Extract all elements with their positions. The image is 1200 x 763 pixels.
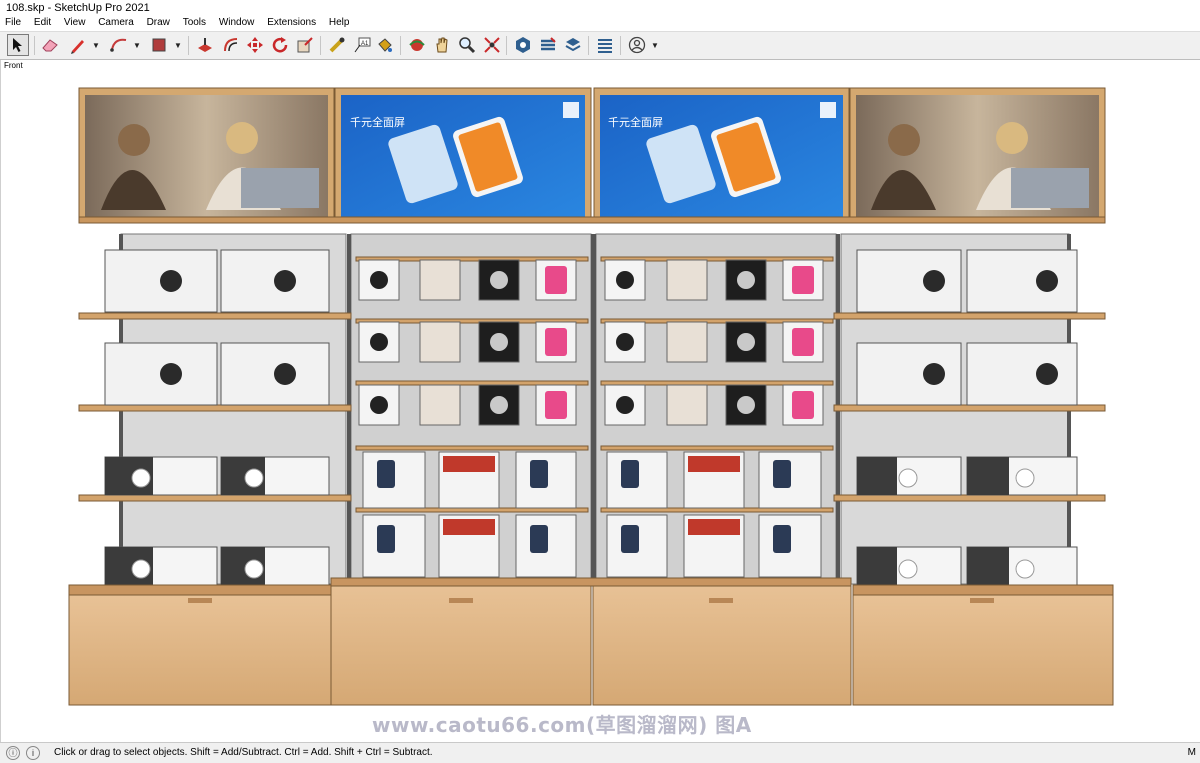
window-title-bar: 108.skp - SketchUp Pro 2021	[0, 0, 1200, 17]
pencil-icon	[71, 40, 84, 54]
extension-warehouse-tool-button[interactable]	[537, 34, 559, 56]
svg-text:A1: A1	[361, 41, 369, 47]
push-pull-tool-button[interactable]	[194, 34, 216, 56]
menu-view[interactable]: View	[59, 17, 91, 29]
line-tool-dropdown[interactable]: ▼	[92, 41, 100, 50]
shape-tool-button[interactable]	[148, 34, 170, 56]
toolbar-separator	[188, 36, 189, 55]
menu-file[interactable]: File	[0, 17, 26, 29]
scale-icon	[297, 37, 313, 53]
magnifier-icon	[459, 37, 476, 54]
account-tool-button[interactable]	[626, 34, 648, 56]
zoom-extents-tool-button[interactable]	[481, 34, 503, 56]
orbit-icon	[409, 39, 425, 51]
select-tool-button[interactable]	[7, 34, 29, 56]
shape-tool-dropdown[interactable]: ▼	[174, 41, 182, 50]
menu-edit[interactable]: Edit	[29, 17, 56, 29]
zoom-extents-icon	[484, 37, 500, 53]
measurements-label: M	[1187, 747, 1196, 758]
scene-label: Front	[4, 61, 23, 70]
toolbar-separator	[620, 36, 621, 55]
pan-tool-button[interactable]	[431, 34, 453, 56]
toolbar-separator	[400, 36, 401, 55]
toolbar-separator	[588, 36, 589, 55]
menu-help[interactable]: Help	[324, 17, 355, 29]
extension-manager-icon	[598, 39, 612, 53]
push-pull-icon	[198, 38, 212, 52]
geolocation-icon[interactable]: ⓘ	[6, 746, 20, 760]
tape-icon	[329, 37, 345, 53]
eraser-tool-button[interactable]	[39, 34, 61, 56]
menu-window[interactable]: Window	[214, 17, 260, 29]
menu-bar: File Edit View Camera Draw Tools Window …	[0, 17, 1200, 30]
move-tool-button[interactable]	[244, 34, 266, 56]
rectangle-icon	[152, 38, 166, 52]
hand-icon	[436, 37, 448, 53]
tape-measure-tool-button[interactable]	[326, 34, 348, 56]
menu-tools[interactable]: Tools	[178, 17, 211, 29]
arc-tool-dropdown[interactable]: ▼	[133, 41, 141, 50]
display-cabinet-model	[68, 87, 1114, 706]
zoom-tool-button[interactable]	[456, 34, 478, 56]
arrow-cursor-icon	[13, 38, 22, 52]
paint-bucket-icon	[378, 38, 392, 52]
extension-icon	[541, 37, 556, 51]
offset-tool-button[interactable]	[220, 34, 242, 56]
warehouse-icon	[516, 37, 530, 53]
menu-extensions[interactable]: Extensions	[262, 17, 321, 29]
layout-icon	[565, 38, 581, 52]
arc-tool-button[interactable]	[108, 34, 130, 56]
scale-tool-button[interactable]	[294, 34, 316, 56]
rotate-tool-button[interactable]	[269, 34, 291, 56]
main-toolbar: ▼ ▼ ▼ A1 ▼	[0, 31, 1200, 60]
text-icon: A1	[354, 37, 371, 53]
layout-tool-button[interactable]	[562, 34, 584, 56]
offset-icon	[224, 38, 238, 52]
menu-draw[interactable]: Draw	[142, 17, 175, 29]
toolbar-separator	[34, 36, 35, 55]
account-icon	[628, 36, 646, 54]
info-icon[interactable]: i	[26, 746, 40, 760]
watermark: www.caotu66.com(草图溜溜网) 图A	[372, 713, 752, 737]
warehouse-tool-button[interactable]	[512, 34, 534, 56]
model-viewport[interactable]: 千元全面屏 千元全面屏	[0, 60, 1200, 742]
account-dropdown[interactable]: ▼	[651, 41, 659, 50]
status-hint: Click or drag to select objects. Shift =…	[54, 747, 433, 758]
text-tool-button[interactable]: A1	[351, 34, 373, 56]
window-title: 108.skp - SketchUp Pro 2021	[6, 2, 150, 14]
banner-headline-left: 千元全面屏	[350, 116, 405, 129]
rotate-icon	[272, 37, 288, 53]
toolbar-separator	[506, 36, 507, 55]
eraser-icon	[42, 39, 58, 52]
extension-manager-tool-button[interactable]	[594, 34, 616, 56]
menu-camera[interactable]: Camera	[93, 17, 139, 29]
banner-headline-right: 千元全面屏	[608, 116, 663, 129]
toolbar-separator	[320, 36, 321, 55]
line-tool-button[interactable]	[67, 34, 89, 56]
status-bar: ⓘ i Click or drag to select objects. Shi…	[0, 742, 1200, 763]
arc-icon	[110, 38, 127, 52]
paint-bucket-tool-button[interactable]	[374, 34, 396, 56]
move-icon	[247, 37, 263, 53]
orbit-tool-button[interactable]	[406, 34, 428, 56]
